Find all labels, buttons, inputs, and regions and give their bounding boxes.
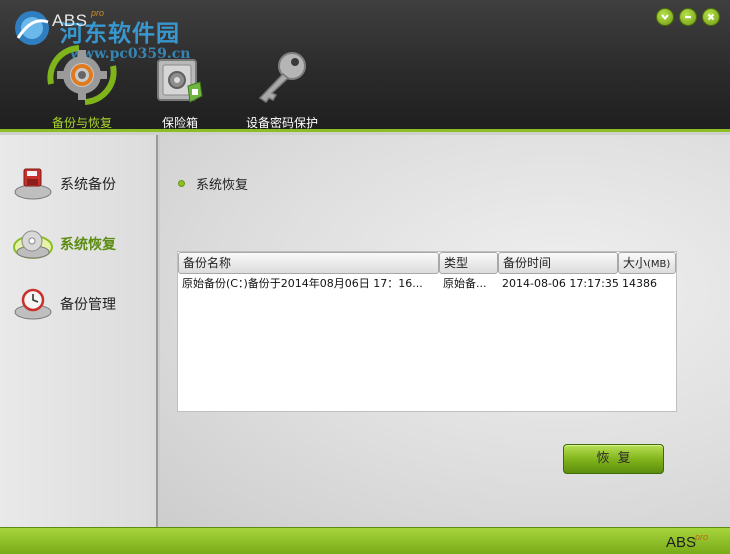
tab-device-password[interactable]: 设备密码保护 xyxy=(236,50,328,131)
section-title: 系统恢复 xyxy=(178,174,248,193)
column-header-size-label: 大小 xyxy=(623,256,648,270)
key-icon xyxy=(258,52,306,104)
tab-label: 设备密码保护 xyxy=(245,116,318,130)
minimize-icon[interactable] xyxy=(679,8,697,26)
chevron-down-icon[interactable] xyxy=(656,8,674,26)
bullet-icon xyxy=(178,180,185,187)
column-header-size-unit: (MB) xyxy=(647,259,671,270)
column-header-size[interactable]: 大小(MB) xyxy=(618,252,676,274)
column-header-type[interactable]: 类型 xyxy=(439,252,498,274)
gear-refresh-icon xyxy=(47,45,117,105)
window-controls xyxy=(656,8,720,26)
sidebar: 系统备份 系统恢复 备份管理 xyxy=(0,135,158,527)
sidebar-item-label: 系统备份 xyxy=(60,177,116,193)
tab-safe[interactable]: 保险箱 xyxy=(148,50,212,131)
floppy-drive-icon xyxy=(14,168,52,200)
column-header-name[interactable]: 备份名称 xyxy=(178,252,439,274)
table-row[interactable]: 原始备份(C：)备份于2014年08月06日 17：16... 原始备... 2… xyxy=(178,274,676,294)
column-header-time[interactable]: 备份时间 xyxy=(498,252,618,274)
safe-icon xyxy=(157,59,203,103)
footer-logo-sup: pro xyxy=(694,532,708,542)
section-title-text: 系统恢复 xyxy=(196,178,249,193)
restore-button[interactable]: 恢复 xyxy=(563,444,664,474)
footer-bar: ABS pro xyxy=(0,527,730,554)
app-name: ABS xyxy=(52,11,88,30)
close-icon[interactable] xyxy=(702,8,720,26)
cell-type: 原始备... xyxy=(443,277,487,290)
tab-backup-restore[interactable]: 备份与恢复 xyxy=(38,45,126,131)
footer-logo: ABS xyxy=(665,534,696,551)
app-logo-icon xyxy=(15,11,49,45)
sidebar-item-label: 备份管理 xyxy=(60,297,116,313)
app-name-sup: pro xyxy=(91,8,105,18)
sidebar-item-backup-management[interactable]: 备份管理 xyxy=(12,284,152,324)
sidebar-item-label: 系统恢复 xyxy=(60,237,116,253)
sidebar-item-system-restore[interactable]: 系统恢复 xyxy=(12,224,152,264)
sidebar-item-system-backup[interactable]: 系统备份 xyxy=(12,164,152,204)
backup-table: 备份名称 类型 备份时间 大小(MB) 原始备份(C：)备份于2014年08月0… xyxy=(177,251,677,412)
title-bar: 河东软件园 www.pc0359.cn ABS pro 备份与恢复 保险箱 设备… xyxy=(0,0,730,132)
main-panel: 系统恢复 备份名称 类型 备份时间 大小(MB) 原始备份(C：)备份于2014… xyxy=(160,135,730,527)
disc-drive-icon xyxy=(13,230,53,259)
tab-label: 备份与恢复 xyxy=(51,116,112,130)
tab-label: 保险箱 xyxy=(161,116,198,130)
cell-name: 原始备份(C：)备份于2014年08月06日 17：16... xyxy=(182,277,423,290)
cell-time: 2014-08-06 17:17:35 xyxy=(502,277,618,290)
table-header: 备份名称 类型 备份时间 大小(MB) xyxy=(178,252,676,274)
clock-drive-icon xyxy=(14,288,52,320)
cell-size: 14386 xyxy=(622,277,657,290)
